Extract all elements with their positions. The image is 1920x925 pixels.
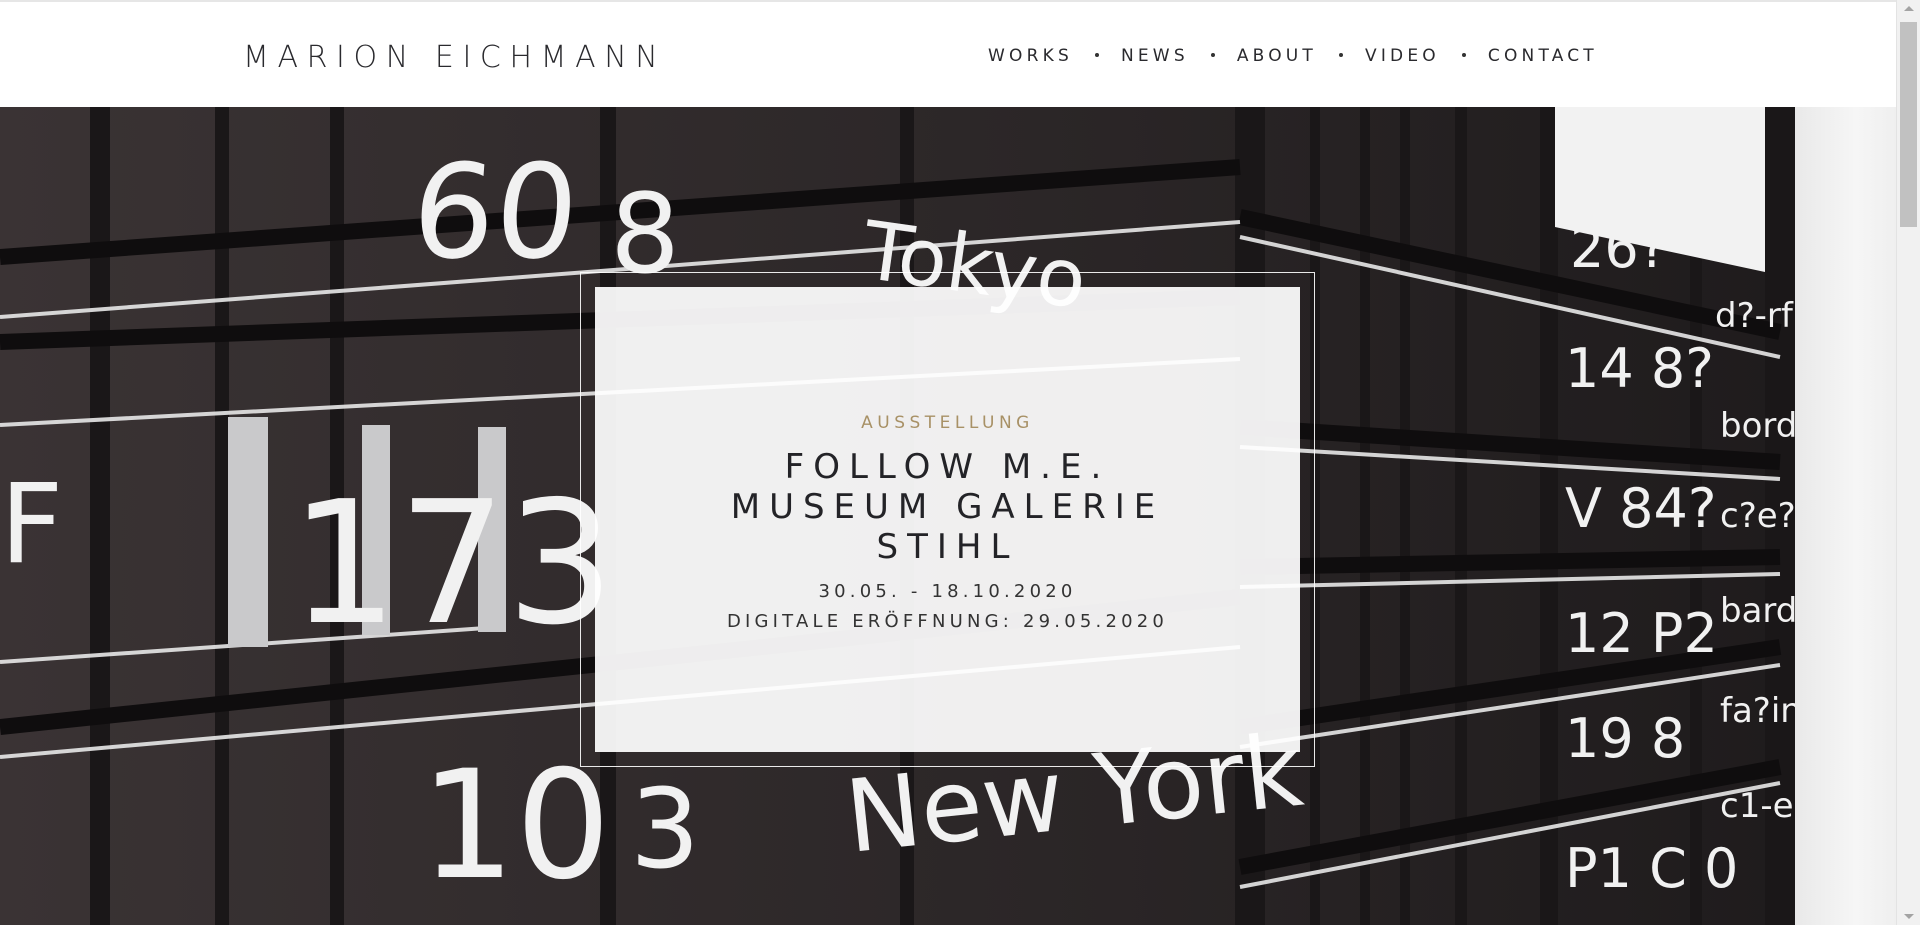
nav-separator-dot <box>1461 53 1466 57</box>
nav-item-contact[interactable]: CONTACT <box>1488 46 1598 66</box>
scroll-down-arrow-icon[interactable] <box>1904 914 1914 919</box>
svg-text:173: 173 <box>290 465 614 663</box>
nav-separator-dot <box>1094 53 1099 57</box>
svg-text:d?-rf: d?-rf <box>1715 296 1794 336</box>
hero-image-wall <box>1795 107 1896 925</box>
svg-text:60: 60 <box>407 136 583 288</box>
scroll-up-arrow-icon[interactable] <box>1904 6 1914 11</box>
svg-text:19 8: 19 8 <box>1565 707 1685 770</box>
hero-title-line: MUSEUM GALERIE <box>730 487 1165 527</box>
scrollbar-thumb[interactable] <box>1900 22 1917 227</box>
hero-card[interactable]: AUSSTELLUNG FOLLOW M.E. MUSEUM GALERIE S… <box>595 287 1300 752</box>
svg-text:c1-e: c1-e <box>1720 786 1794 826</box>
svg-text:14 8?: 14 8? <box>1565 337 1714 400</box>
nav-item-about[interactable]: ABOUT <box>1237 46 1317 66</box>
site-logo[interactable]: MARION EICHMANN <box>243 40 666 75</box>
nav-item-works[interactable]: WORKS <box>988 46 1073 66</box>
svg-text:3: 3 <box>630 765 700 893</box>
hero-opening-date: DIGITALE ERÖFFNUNG: 29.05.2020 <box>726 611 1169 632</box>
site-header: MARION EICHMANN WORKS NEWS ABOUT VIDEO C… <box>0 2 1896 107</box>
nav-separator-dot <box>1210 53 1215 57</box>
page-scrollbar[interactable] <box>1896 0 1920 925</box>
nav-item-news[interactable]: NEWS <box>1121 46 1189 66</box>
svg-text:12 P2: 12 P2 <box>1565 602 1718 665</box>
svg-text:F: F <box>0 460 63 588</box>
main-nav: WORKS NEWS ABOUT VIDEO CONTACT <box>988 46 1598 66</box>
nav-separator-dot <box>1339 53 1344 57</box>
hero-dates: 30.05. - 18.10.2020 <box>818 581 1077 602</box>
svg-text:V 84?: V 84? <box>1565 477 1716 540</box>
hero-title: FOLLOW M.E. MUSEUM GALERIE STIHL <box>731 447 1164 567</box>
hero-title-line: STIHL <box>876 527 1019 567</box>
hero-title-line: FOLLOW M.E. <box>784 447 1111 487</box>
svg-text:P1 C 0: P1 C 0 <box>1565 837 1738 900</box>
hero-kicker: AUSSTELLUNG <box>861 413 1034 433</box>
nav-item-video[interactable]: VIDEO <box>1365 46 1440 66</box>
